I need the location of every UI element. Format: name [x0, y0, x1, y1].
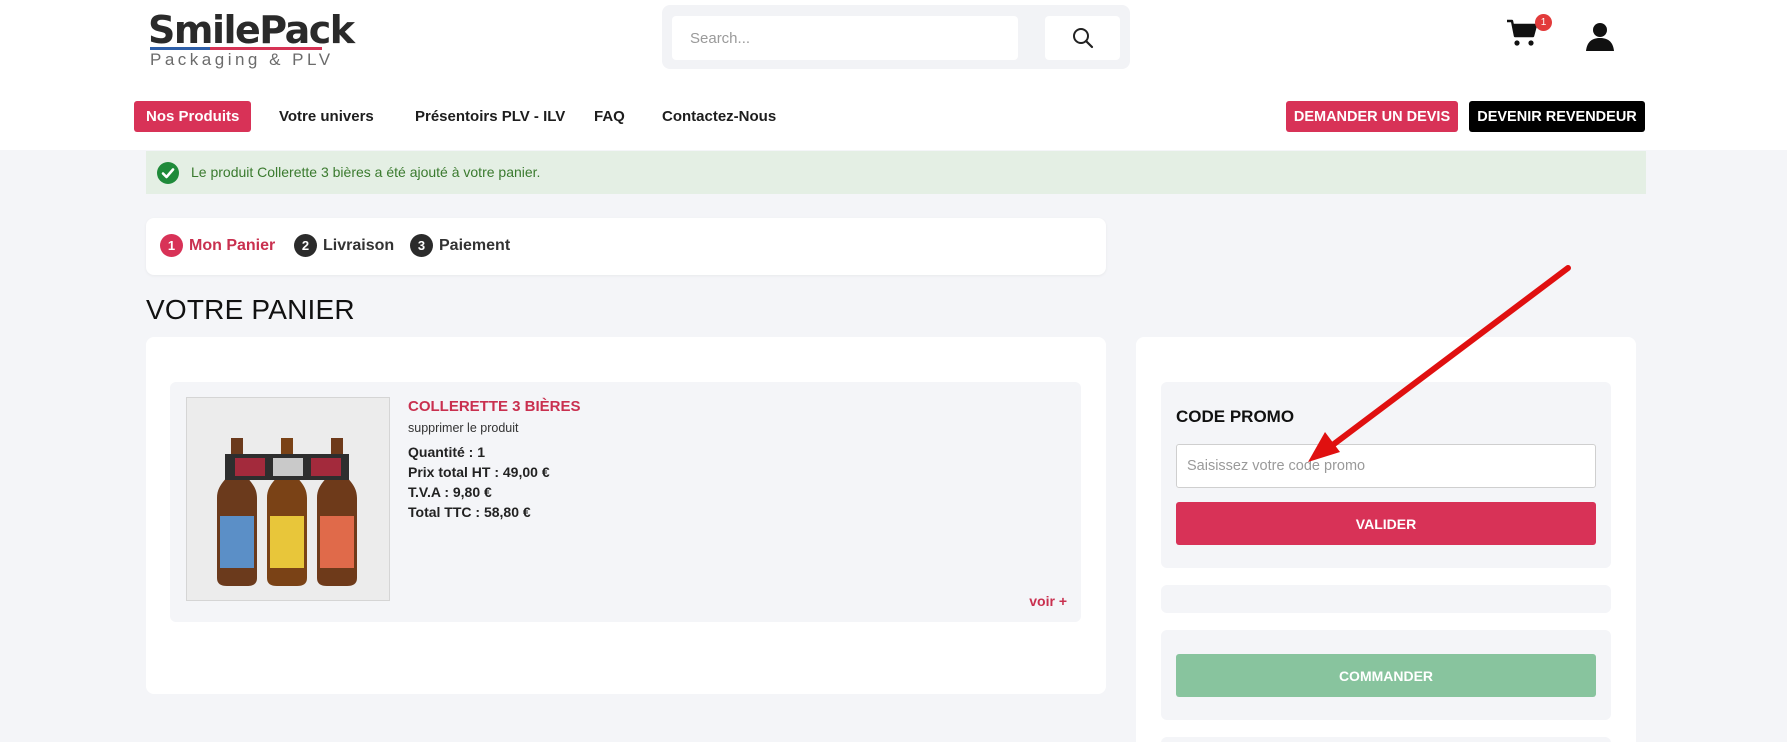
cart-count-badge: 1: [1535, 14, 1552, 31]
step-livraison[interactable]: 2 Livraison: [294, 234, 394, 257]
logo-main-text: SmilePack: [148, 8, 355, 52]
nav-item-presentoirs[interactable]: Présentoirs PLV - ILV: [415, 101, 565, 132]
search-bar: [662, 5, 1130, 69]
promo-code-input[interactable]: [1176, 444, 1596, 488]
product-total-ttc: Total TTC : 58,80 €: [408, 504, 531, 520]
notice-text: Le produit Collerette 3 bières a été ajo…: [191, 164, 541, 180]
step-number: 2: [294, 234, 317, 257]
nav-item-nos-produits[interactable]: Nos Produits: [134, 101, 252, 132]
product-tva: T.V.A : 9,80 €: [408, 484, 492, 500]
step-number: 1: [160, 234, 183, 257]
cart-icon: [1507, 19, 1538, 46]
promo-title: CODE PROMO: [1176, 407, 1295, 426]
checkout-steps: 1 Mon Panier 2 Livraison 3 Paiement: [146, 218, 1106, 275]
nav-item-votre-univers[interactable]: Votre univers: [279, 101, 374, 132]
nav-item-faq[interactable]: FAQ: [594, 101, 625, 132]
account-button[interactable]: [1584, 22, 1618, 52]
product-name-link[interactable]: COLLERETTE 3 BIÈRES: [408, 398, 581, 415]
cart-items-panel: COLLERETTE 3 BIÈRES supprimer le produit…: [146, 337, 1106, 694]
product-quantity: Quantité : 1: [408, 444, 486, 460]
step-mon-panier[interactable]: 1 Mon Panier: [160, 234, 275, 257]
step-paiement[interactable]: 3 Paiement: [410, 234, 510, 257]
nav-item-contact[interactable]: Contactez-Nous: [662, 101, 776, 132]
cart-button[interactable]: 1: [1506, 14, 1552, 52]
site-header: SmilePack Packaging & PLV 1 Nos Produits…: [0, 0, 1787, 150]
page-title: VOTRE PANIER: [146, 294, 355, 325]
summary-strip: [1161, 585, 1611, 613]
search-icon: [1072, 28, 1093, 49]
summary-strip-bottom: [1161, 737, 1611, 742]
success-notice: Le produit Collerette 3 bières a été ajo…: [146, 151, 1646, 194]
order-action-box: COMMANDER: [1161, 630, 1611, 720]
check-circle-icon: [157, 162, 179, 184]
step-number: 3: [410, 234, 433, 257]
search-input[interactable]: [672, 16, 1018, 60]
promo-code-box: CODE PROMO VALIDER: [1161, 382, 1611, 568]
become-reseller-button[interactable]: DEVENIR REVENDEUR: [1469, 101, 1645, 132]
search-button[interactable]: [1045, 16, 1120, 60]
order-summary-panel: CODE PROMO VALIDER COMMANDER: [1136, 337, 1636, 742]
product-image[interactable]: [186, 397, 390, 601]
voir-plus-link[interactable]: voir +: [1029, 593, 1067, 609]
product-price-ht: Prix total HT : 49,00 €: [408, 464, 550, 480]
validate-promo-button[interactable]: VALIDER: [1176, 502, 1596, 545]
step-label: Mon Panier: [189, 236, 276, 254]
user-icon: [1586, 23, 1614, 51]
site-logo[interactable]: SmilePack Packaging & PLV: [148, 8, 355, 69]
request-quote-button[interactable]: DEMANDER UN DEVIS: [1286, 101, 1458, 132]
step-label: Paiement: [439, 236, 511, 254]
logo-tagline: Packaging & PLV: [150, 50, 334, 69]
step-label: Livraison: [323, 236, 395, 254]
remove-product-link[interactable]: supprimer le produit: [408, 421, 518, 435]
commander-button[interactable]: COMMANDER: [1176, 654, 1596, 697]
cart-item: COLLERETTE 3 BIÈRES supprimer le produit…: [170, 382, 1081, 622]
beer-bottles-image: [187, 398, 389, 600]
